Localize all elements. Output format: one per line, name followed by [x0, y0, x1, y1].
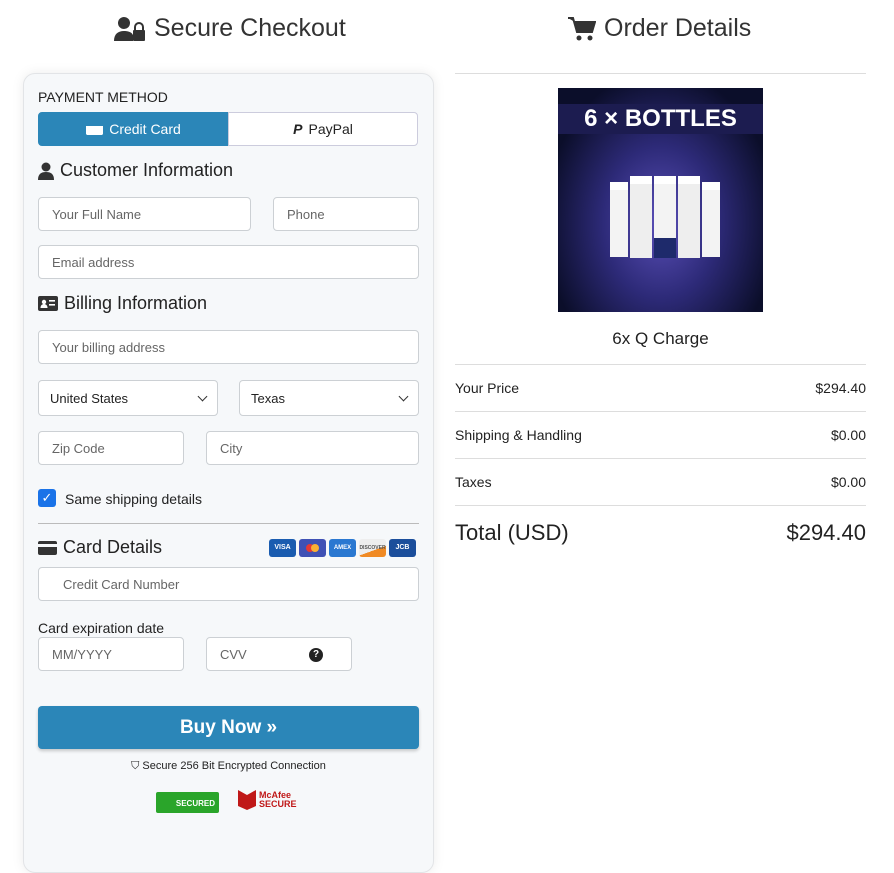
checkout-title: Secure Checkout — [114, 14, 346, 43]
visa-icon: VISA — [269, 539, 296, 557]
full-name-input[interactable] — [38, 197, 251, 231]
jcb-icon: JCB — [389, 539, 416, 557]
expiration-label: Card expiration date — [38, 620, 165, 636]
product-image: 6 × BOTTLES — [558, 88, 763, 312]
card-details-heading: Card Details — [38, 537, 162, 558]
same-shipping-checkbox[interactable]: ✓ — [38, 489, 56, 507]
credit-card-icon — [86, 123, 104, 135]
id-card-icon — [38, 296, 58, 311]
billing-address-input[interactable] — [38, 330, 419, 364]
email-input[interactable] — [38, 245, 419, 279]
phone-input[interactable] — [273, 197, 419, 231]
billing-info-heading: Billing Information — [38, 293, 207, 314]
discover-icon: DISCOVER — [359, 539, 386, 557]
divider — [455, 73, 866, 74]
buy-now-button[interactable]: Buy Now » — [38, 706, 419, 749]
product-name: 6x Q Charge — [612, 329, 709, 348]
shipping-row: Shipping & Handling $0.00 — [455, 427, 866, 443]
mcafee-badge: McAfee SECURE — [238, 790, 304, 810]
user-icon — [38, 162, 54, 180]
payment-method-label: PAYMENT METHOD — [38, 89, 168, 105]
divider — [455, 364, 866, 365]
same-shipping-label: Same shipping details — [65, 491, 202, 507]
checkout-card — [23, 73, 434, 873]
chevron-down-icon — [398, 391, 409, 401]
taxes-row: Taxes $0.00 — [455, 474, 866, 490]
credit-card-icon — [38, 540, 57, 555]
secure-connection-text: ⛉ Secure 256 Bit Encrypted Connection — [131, 760, 326, 772]
cvv-help-icon[interactable]: ? — [309, 648, 323, 662]
country-select[interactable]: United States — [38, 380, 218, 416]
tab-credit-card[interactable]: Credit Card — [38, 112, 229, 146]
divider — [38, 523, 419, 524]
shield-icon: ⛉ — [131, 760, 143, 772]
mastercard-icon — [299, 539, 326, 557]
customer-info-heading: Customer Information — [38, 160, 233, 181]
trustguard-badge: SECURED — [156, 792, 219, 813]
price-row: Your Price $294.40 — [455, 380, 866, 396]
total-row: Total (USD) $294.40 — [455, 520, 866, 545]
city-input[interactable] — [206, 431, 419, 465]
expiry-input[interactable] — [38, 637, 184, 671]
cart-icon — [568, 16, 596, 40]
order-details-title: Order Details — [568, 14, 751, 43]
tab-paypal[interactable]: P PayPal — [228, 112, 418, 146]
state-select[interactable]: Texas — [239, 380, 419, 416]
chevron-down-icon — [197, 391, 208, 401]
divider — [455, 458, 866, 459]
cvv-input[interactable] — [206, 637, 352, 671]
user-lock-icon — [114, 16, 145, 41]
card-number-input[interactable] — [38, 567, 419, 601]
card-brands: VISA AMEX DISCOVER JCB — [266, 539, 416, 557]
paypal-icon: P — [293, 121, 303, 137]
divider — [455, 505, 866, 506]
divider — [455, 411, 866, 412]
zip-input[interactable] — [38, 431, 184, 465]
amex-icon: AMEX — [329, 539, 356, 557]
